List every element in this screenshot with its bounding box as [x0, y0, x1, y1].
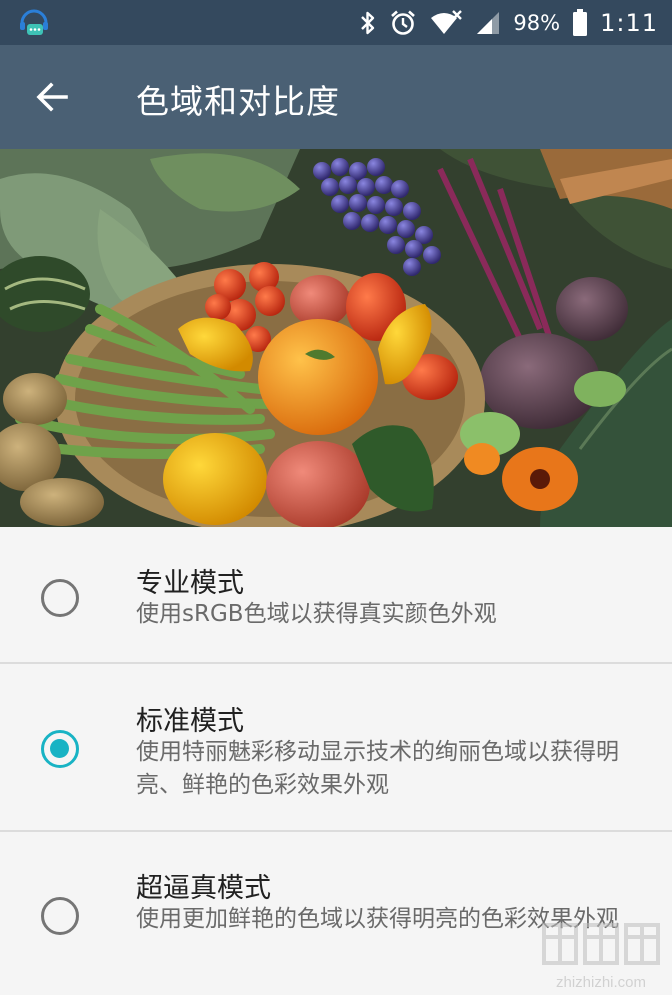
option-description: 使用特丽魅彩移动显示技术的绚丽色域以获得明亮、鲜艳的色彩效果外观 [136, 739, 619, 798]
radio-ultra-real-mode[interactable] [41, 897, 79, 935]
arrow-left-icon [36, 82, 68, 112]
watermark: zhizhizhi.com [536, 919, 666, 991]
option-standard-mode[interactable]: 标准模式 使用特丽魅彩移动显示技术的绚丽色域以获得明亮、鲜艳的色彩效果外观 [0, 664, 672, 830]
color-mode-list: 专业模式 使用sRGB色域以获得真实颜色外观 标准模式 使用特丽魅彩移动显示技术… [0, 527, 672, 995]
option-professional-mode[interactable]: 专业模式 使用sRGB色域以获得真实颜色外观 [0, 527, 672, 663]
radio-professional-mode[interactable] [41, 579, 79, 617]
clock: 1:11 [600, 8, 658, 37]
bluetooth-icon [361, 11, 375, 34]
option-title: 超逼真模式 [136, 873, 271, 904]
page-title: 色域和对比度 [136, 82, 340, 121]
option-title: 标准模式 [136, 706, 244, 737]
radio-standard-mode[interactable] [41, 730, 79, 768]
hero-image [0, 149, 672, 527]
status-icons: 98% 1:11 [359, 0, 658, 45]
option-title: 专业模式 [136, 568, 244, 599]
signal-icon [477, 11, 500, 34]
status-bar: 98% 1:11 [0, 0, 672, 45]
watermark-logo [542, 923, 660, 965]
vegetable-basket-illustration [0, 149, 672, 527]
option-description: 使用sRGB色域以获得真实颜色外观 [136, 601, 497, 627]
alarm-icon [391, 10, 416, 35]
app-bar: 色域和对比度 [0, 45, 672, 149]
back-button[interactable] [26, 71, 78, 123]
battery-percent: 98% [513, 10, 561, 35]
battery-icon [573, 8, 588, 36]
assistant-icon [20, 9, 48, 35]
wifi-icon [431, 9, 463, 34]
watermark-text: zhizhizhi.com [555, 974, 647, 991]
